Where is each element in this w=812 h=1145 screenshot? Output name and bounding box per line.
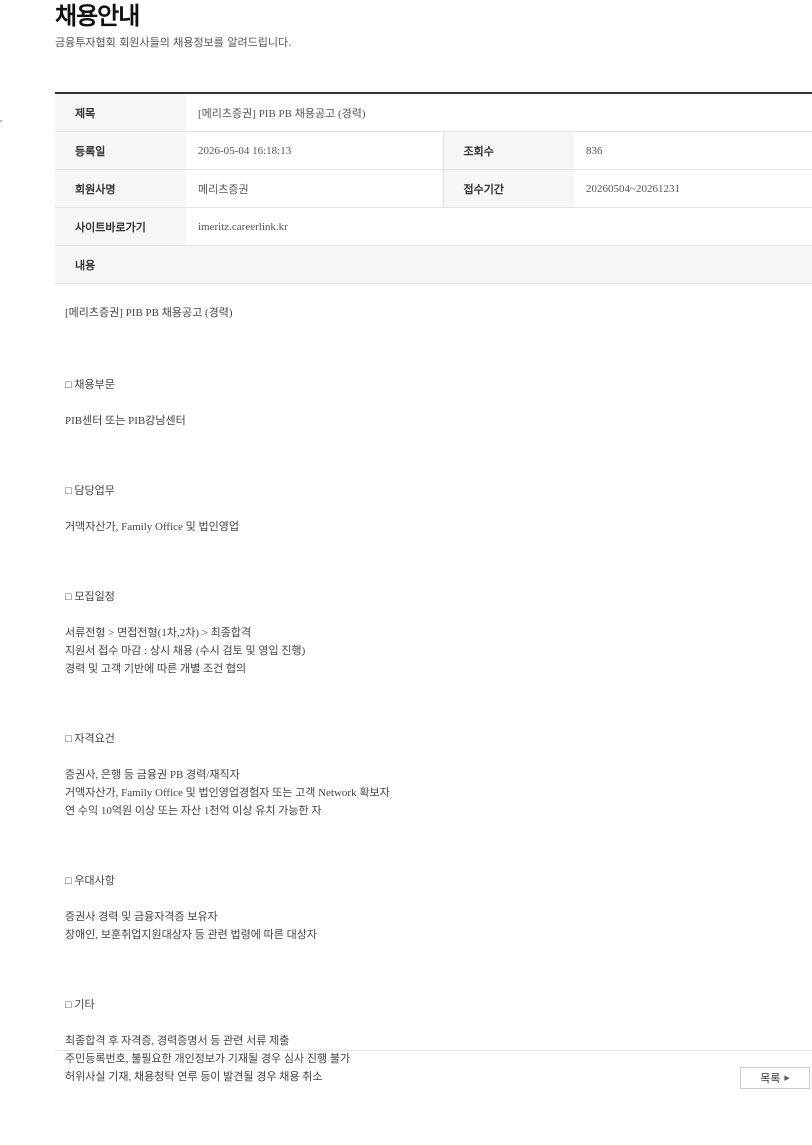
section-line: 장애인, 보훈취업지원대상자 등 관련 법령에 따른 대상자 [65,929,318,941]
section-heading: □ 채용부문 [65,379,115,391]
content-intro: [메리츠증권] PIB PB 채용공고 (경력) [65,307,233,319]
company-label: 회원사명 [55,169,186,208]
job-info-table: 제목 [메리츠증권] PIB PB 채용공고 (경력) 등록일 2026-05-… [55,92,812,284]
views-label: 조회수 [442,131,574,170]
title-label: 제목 [55,93,186,132]
content-label: 내용 [55,245,812,284]
page-subtitle: 금융투자협회 회원사들의 채용정보를 알려드립니다. [55,36,292,49]
date-label: 등록일 [55,131,186,170]
section-line: 최종합격 후 자격증, 경력증명서 등 관련 서류 제출 [65,1035,290,1047]
list-button-label: 목록 [760,1072,781,1085]
section-heading: □ 기타 [65,999,95,1011]
section-heading: □ 모집일정 [65,591,115,603]
section-line: 지원서 접수 마감 : 상시 채용 (수시 검토 및 영입 진행) [65,645,306,657]
section-line: 증권사, 은행 등 금융권 PB 경력/재직자 [65,769,240,781]
site-row: 사이트바로가기 imeritz.careerlink.kr [55,207,812,246]
site-label: 사이트바로가기 [55,207,186,246]
section-heading: □ 자격요건 [65,733,115,745]
section-line: 거액자산가, Family Office 및 법인영업 [65,521,240,533]
bottom-divider [55,1050,812,1051]
triangle-right-icon: ▶ [784,1074,790,1082]
date-value: 2026-05-04 16:18:13 [186,131,444,170]
section-heading: □ 우대사항 [65,875,115,887]
company-value: 메리츠증권 [186,169,444,208]
section-line: 연 수익 10억원 이상 또는 자산 1천억 이상 유치 가능한 자 [65,805,322,817]
title-row: 제목 [메리츠증권] PIB PB 채용공고 (경력) [55,93,812,132]
period-label: 접수기간 [442,169,574,208]
job-content: [메리츠증권] PIB PB 채용공고 (경력) □ 채용부문 PIB센터 또는 … [65,304,765,1086]
date-row: 등록일 2026-05-04 16:18:13 조회수 836 [55,131,812,170]
section-line: 서류전형 > 면접전형(1차,2차) > 최종합격 [65,627,252,639]
section-line: 경력 및 고객 기반에 따른 개별 조건 협의 [65,663,247,675]
site-link[interactable]: imeritz.careerlink.kr [186,207,812,246]
page-title: 채용안내 [55,2,140,30]
section-line: PIB센터 또는 PIB강남센터 [65,415,186,427]
section-line: 허위사실 기재, 채용청탁 연루 등이 발견될 경우 채용 취소 [65,1071,323,1083]
left-edge-mark [0,120,2,122]
period-value: 20260504~20261231 [574,169,812,208]
title-value: [메리츠증권] PIB PB 채용공고 (경력) [186,93,812,132]
section-heading: □ 담당업무 [65,485,115,497]
company-row: 회원사명 메리츠증권 접수기간 20260504~20261231 [55,169,812,208]
content-header-row: 내용 [55,245,812,284]
views-value: 836 [574,131,812,170]
section-line: 증권사 경력 및 금융자격증 보유자 [65,911,218,923]
content-sections: □ 채용부문 PIB센터 또는 PIB강남센터 □ 담당업무거액자산가, Famil… [65,376,765,1086]
list-button[interactable]: 목록 ▶ [740,1067,810,1089]
section-line: 주민등록번호, 불필요한 개인정보가 기재될 경우 심사 진행 불가 [65,1053,351,1065]
section-line: 거액자산가, Family Office 및 법인영업경험자 또는 고객 Net… [65,787,390,799]
